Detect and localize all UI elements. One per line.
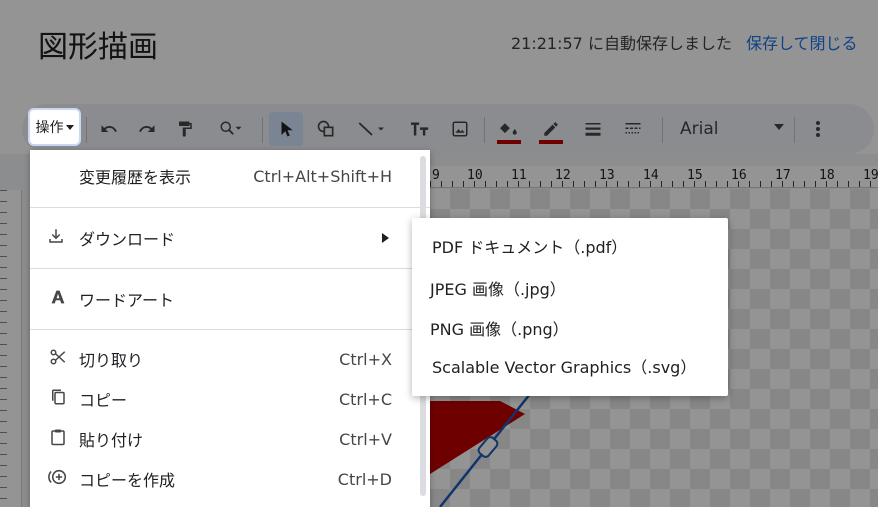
toolbar-divider <box>484 117 485 143</box>
menu-item-label: 変更履歴を表示 <box>79 168 192 187</box>
menu-divider <box>30 207 430 208</box>
submenu-item-svg[interactable]: Scalable Vector Graphics（.svg） <box>412 346 728 386</box>
menu-item-copy[interactable]: コピー Ctrl+C <box>30 381 430 417</box>
menu-divider <box>30 268 430 269</box>
menu-item-label: 切り取り <box>79 351 144 370</box>
ruler-number: 9 <box>432 168 440 183</box>
operations-menu: 変更履歴を表示 Ctrl+Alt+Shift+H ワードアート 切り取り Ctr… <box>30 150 430 507</box>
submenu-item-png[interactable]: PNG 画像（.png） <box>412 308 725 348</box>
save-and-close-button[interactable]: 保存して閉じる <box>746 30 858 54</box>
submenu-highlight: JPEG 画像（.jpg） PNG 画像（.png） <box>414 270 727 346</box>
ruler-number: 19 <box>863 168 878 183</box>
submenu-arrow-icon <box>382 233 389 243</box>
page-title: 図形描画 <box>38 30 158 65</box>
ruler-number: 18 <box>819 168 835 183</box>
autosave-status: 21:21:57 に自動保存しました <box>511 34 732 53</box>
menu-item-paste[interactable]: 貼り付け Ctrl+V <box>30 421 430 457</box>
line-color-swatch <box>539 140 563 144</box>
font-select[interactable]: Arial <box>680 112 784 146</box>
toolbar-divider <box>662 117 663 143</box>
zoom-icon[interactable] <box>208 112 254 146</box>
menu-item-show-history[interactable]: 変更履歴を表示 Ctrl+Alt+Shift+H <box>30 158 430 194</box>
submenu-item-jpeg[interactable]: JPEG 画像（.jpg） <box>412 268 725 308</box>
menu-item-duplicate[interactable]: コピーを作成 Ctrl+D <box>30 461 430 497</box>
select-arrow-icon[interactable] <box>269 112 303 146</box>
submenu-item-label: PDF ドキュメント（.pdf） <box>432 238 628 257</box>
submenu-item-label: PNG 画像（.png） <box>430 320 569 339</box>
menu-item-label: 貼り付け <box>79 431 144 450</box>
line-weight-icon[interactable] <box>576 112 610 146</box>
menu-divider <box>30 329 430 330</box>
menu-item-shortcut: Ctrl+C <box>338 389 392 409</box>
fill-color-swatch <box>497 140 521 144</box>
download-icon <box>47 227 65 250</box>
menu-item-shortcut: Ctrl+V <box>339 429 392 449</box>
more-vert-icon[interactable] <box>801 112 835 146</box>
redo-icon[interactable] <box>130 112 164 146</box>
chevron-down-icon <box>65 124 74 130</box>
scissors-icon <box>48 348 68 371</box>
menu-item-download[interactable]: ダウンロード <box>35 220 397 256</box>
line-dash-icon[interactable] <box>616 112 650 146</box>
menu-item-label: ダウンロード <box>79 230 176 249</box>
submenu-item-label: JPEG 画像（.jpg） <box>430 280 566 299</box>
toolbar: Arial <box>22 104 874 154</box>
menu-item-shortcut: Ctrl+D <box>337 469 392 489</box>
submenu-item-pdf[interactable]: PDF ドキュメント（.pdf） <box>412 226 728 266</box>
toolbar-divider <box>794 117 795 143</box>
toolbar-divider <box>86 117 87 143</box>
fill-color-icon[interactable] <box>492 112 526 146</box>
menu-item-cut[interactable]: 切り取り Ctrl+X <box>30 341 430 377</box>
operations-label: 操作 <box>35 120 64 136</box>
chevron-down-icon <box>774 124 784 130</box>
menu-item-wordart[interactable]: ワードアート <box>30 281 430 317</box>
ruler-number: 17 <box>775 168 791 183</box>
paint-format-icon[interactable] <box>168 112 202 146</box>
line-icon[interactable] <box>349 112 395 146</box>
undo-icon[interactable] <box>92 112 126 146</box>
ruler-number: 10 <box>467 168 483 183</box>
ruler-number: 11 <box>511 168 527 183</box>
ruler-number: 12 <box>555 168 571 183</box>
ruler-number: 13 <box>599 168 615 183</box>
paste-icon <box>48 428 68 451</box>
header-bar: 図形描画 21:21:57 に自動保存しました 保存して閉じる <box>0 0 878 100</box>
duplicate-icon <box>48 468 68 491</box>
horizontal-ruler: 9 10 11 12 13 14 15 16 17 18 19 <box>430 166 878 188</box>
ruler-number: 14 <box>643 168 659 183</box>
text-box-icon[interactable] <box>403 112 437 146</box>
toolbar-divider <box>262 117 263 143</box>
image-icon[interactable] <box>443 112 477 146</box>
operations-menu-button[interactable]: 操作 <box>28 108 81 146</box>
menu-item-label: ワードアート <box>79 291 175 310</box>
menu-item-shortcut: Ctrl+X <box>339 349 392 369</box>
menu-item-shortcut: Ctrl+Alt+Shift+H <box>253 166 392 186</box>
wordart-icon <box>48 289 68 310</box>
menu-item-label: コピー <box>79 391 128 410</box>
copy-icon <box>48 388 68 411</box>
submenu-item-label: Scalable Vector Graphics（.svg） <box>432 358 697 377</box>
ruler-number: 15 <box>687 168 703 183</box>
menu-item-label: コピーを作成 <box>79 471 176 490</box>
vertical-ruler <box>0 190 22 507</box>
line-color-icon[interactable] <box>534 112 568 146</box>
shape-icon[interactable] <box>309 112 343 146</box>
ruler-number: 16 <box>731 168 747 183</box>
font-select-value: Arial <box>680 119 719 139</box>
